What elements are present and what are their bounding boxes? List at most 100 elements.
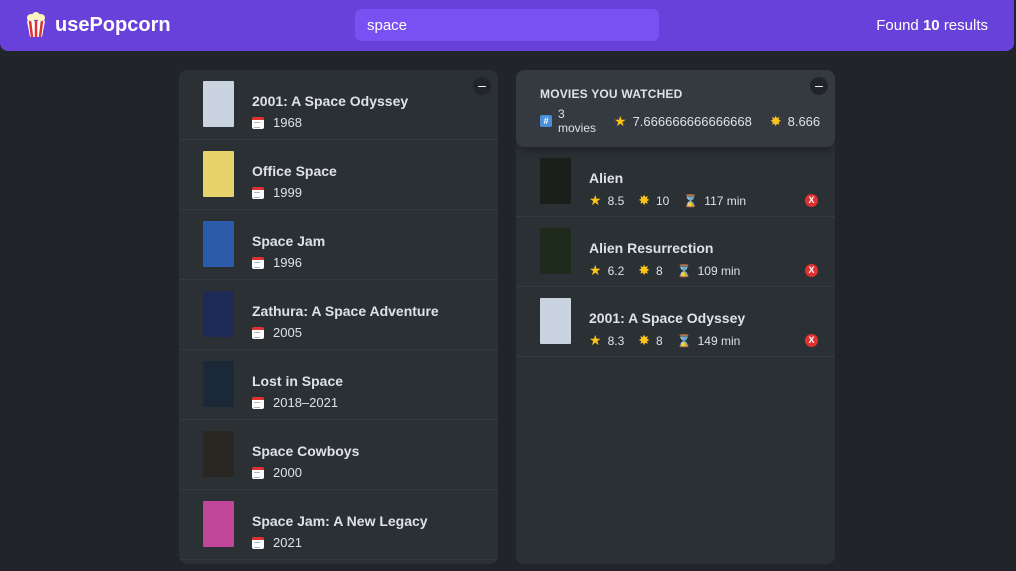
results-prefix: Found: [876, 17, 919, 34]
avg-user-rating: ✸ 8.666: [770, 113, 820, 130]
runtime: ⌛ 109 min: [677, 264, 741, 278]
movie-year: 2021: [273, 535, 302, 550]
movie-year-row: 2021: [252, 535, 302, 550]
navbar: usePopcorn Found 10 results: [0, 0, 1014, 51]
movie-poster: [203, 151, 234, 197]
movie-year-row: 1996: [252, 255, 302, 270]
watched-movie-poster: [540, 228, 571, 274]
search-input[interactable]: [355, 9, 659, 41]
user-rating: ✸ 8: [638, 262, 662, 279]
hashtag-icon: #: [540, 115, 552, 127]
star-icon: ★: [589, 262, 602, 278]
imdb-rating-value: 8.3: [607, 333, 625, 348]
watched-movie-stats: ★ 8.3 ✸ 8 ⌛ 149 min: [589, 332, 754, 349]
avg-imdb-rating: ★ 7.666666666666668: [614, 113, 752, 130]
imdb-rating: ★ 6.2: [589, 262, 624, 279]
avg-imdb-value: 7.666666666666668: [632, 113, 752, 129]
movie-year-row: 1968: [252, 115, 302, 130]
user-rating: ✸ 10: [638, 192, 669, 209]
movie-year: 1999: [273, 185, 302, 200]
watched-movie-item: Alien Resurrection ★ 6.2 ✸ 8 ⌛ 109 min X: [516, 217, 835, 287]
movie-title: Space Cowboys: [252, 443, 360, 459]
summary-stats: # 3 movies ★ 7.666666666666668 ✸ 8.666: [540, 107, 820, 135]
watched-movie-poster: [540, 158, 571, 204]
calendar-icon: [252, 466, 264, 479]
movie-list-item[interactable]: Lost in Space 2018–2021: [179, 350, 498, 420]
popcorn-icon: [27, 12, 45, 38]
watched-box: – MOVIES YOU WATCHED # 3 movies ★ 7.6666…: [516, 70, 835, 564]
imdb-rating-value: 6.2: [607, 263, 625, 278]
star-icon: ★: [589, 332, 602, 348]
movie-list: 2001: A Space Odyssey 1968 Office Space 199…: [179, 70, 498, 560]
glowing-star-icon: ✸: [769, 112, 782, 129]
watched-count-number: 3: [558, 107, 565, 121]
search-results-box: – 2001: A Space Odyssey 1968 Office Space 1…: [179, 70, 498, 564]
movie-list-item[interactable]: Zathura: A Space Adventure 2005: [179, 280, 498, 350]
movie-year: 1996: [273, 255, 302, 270]
calendar-icon: [252, 326, 264, 339]
movie-year-row: 2005: [252, 325, 302, 340]
movie-title: Space Jam: A New Legacy: [252, 513, 428, 529]
watched-movie-title: Alien Resurrection: [589, 240, 714, 256]
movie-list-item[interactable]: Office Space 1999: [179, 140, 498, 210]
glowing-star-icon: ✸: [638, 262, 650, 278]
watched-list: Alien ★ 8.5 ✸ 10 ⌛ 117 min X Alien Resurrection ★…: [516, 147, 835, 357]
watched-movie-stats: ★ 8.5 ✸ 10 ⌛ 117 min: [589, 192, 760, 209]
movie-year: 2005: [273, 325, 302, 340]
results-suffix: results: [943, 17, 988, 34]
movie-year-row: 1999: [252, 185, 302, 200]
star-icon: ★: [614, 112, 627, 129]
movie-list-item[interactable]: Space Jam 1996: [179, 210, 498, 280]
calendar-icon: [252, 256, 264, 269]
delete-watched-button[interactable]: X: [805, 334, 818, 347]
movie-title: 2001: A Space Odyssey: [252, 93, 409, 109]
logo-text: usePopcorn: [55, 13, 171, 36]
watched-movie-item: 2001: A Space Odyssey ★ 8.3 ✸ 8 ⌛ 149 min X: [516, 287, 835, 357]
delete-watched-button[interactable]: X: [805, 194, 818, 207]
imdb-rating-value: 8.5: [607, 193, 625, 208]
calendar-icon: [252, 186, 264, 199]
movie-poster: [203, 221, 234, 267]
watched-movie-item: Alien ★ 8.5 ✸ 10 ⌛ 117 min X: [516, 147, 835, 217]
movie-year: 2018–2021: [273, 395, 339, 410]
watched-count-label: movies: [558, 121, 597, 135]
movie-title: Office Space: [252, 163, 337, 179]
hourglass-icon: ⌛: [676, 263, 692, 278]
user-rating-value: 10: [655, 193, 670, 208]
watched-heading: MOVIES YOU WATCHED: [540, 87, 683, 101]
hourglass-icon: ⌛: [676, 333, 692, 348]
logo: usePopcorn: [25, 12, 171, 38]
watched-movie-title: 2001: A Space Odyssey: [589, 310, 746, 326]
runtime-value: 149 min: [697, 333, 741, 348]
movie-list-item[interactable]: 2001: A Space Odyssey 1968: [179, 70, 498, 140]
movie-title: Space Jam: [252, 233, 326, 249]
watched-movie-title: Alien: [589, 170, 624, 186]
watched-movie-poster: [540, 298, 571, 344]
movie-list-item[interactable]: Space Cowboys 2000: [179, 420, 498, 490]
movie-year: 2000: [273, 465, 302, 480]
imdb-rating: ★ 8.5: [589, 192, 624, 209]
collapse-watched-button[interactable]: –: [810, 77, 828, 95]
delete-watched-button[interactable]: X: [805, 264, 818, 277]
user-rating-value: 8: [655, 333, 663, 348]
movie-title: Zathura: A Space Adventure: [252, 303, 439, 319]
calendar-icon: [252, 396, 264, 409]
glowing-star-icon: ✸: [638, 332, 650, 348]
watched-count: 3 movies: [558, 107, 596, 135]
watched-movie-stats: ★ 6.2 ✸ 8 ⌛ 109 min: [589, 262, 754, 279]
movie-poster: [203, 81, 234, 127]
user-rating: ✸ 8: [638, 332, 662, 349]
calendar-icon: [252, 536, 264, 549]
movie-list-item[interactable]: Space Jam: A New Legacy 2021: [179, 490, 498, 560]
results-count: Found 10 results: [876, 17, 988, 34]
results-number: 10: [922, 17, 940, 34]
calendar-icon: [252, 116, 264, 129]
movie-year-row: 2018–2021: [252, 395, 338, 410]
star-icon: ★: [589, 192, 602, 208]
watched-summary: MOVIES YOU WATCHED # 3 movies ★ 7.666666…: [516, 70, 835, 147]
movie-poster: [203, 291, 234, 337]
runtime: ⌛ 117 min: [683, 194, 746, 208]
user-rating-value: 8: [655, 263, 663, 278]
glowing-star-icon: ✸: [638, 192, 650, 208]
collapse-results-button[interactable]: –: [473, 77, 491, 95]
